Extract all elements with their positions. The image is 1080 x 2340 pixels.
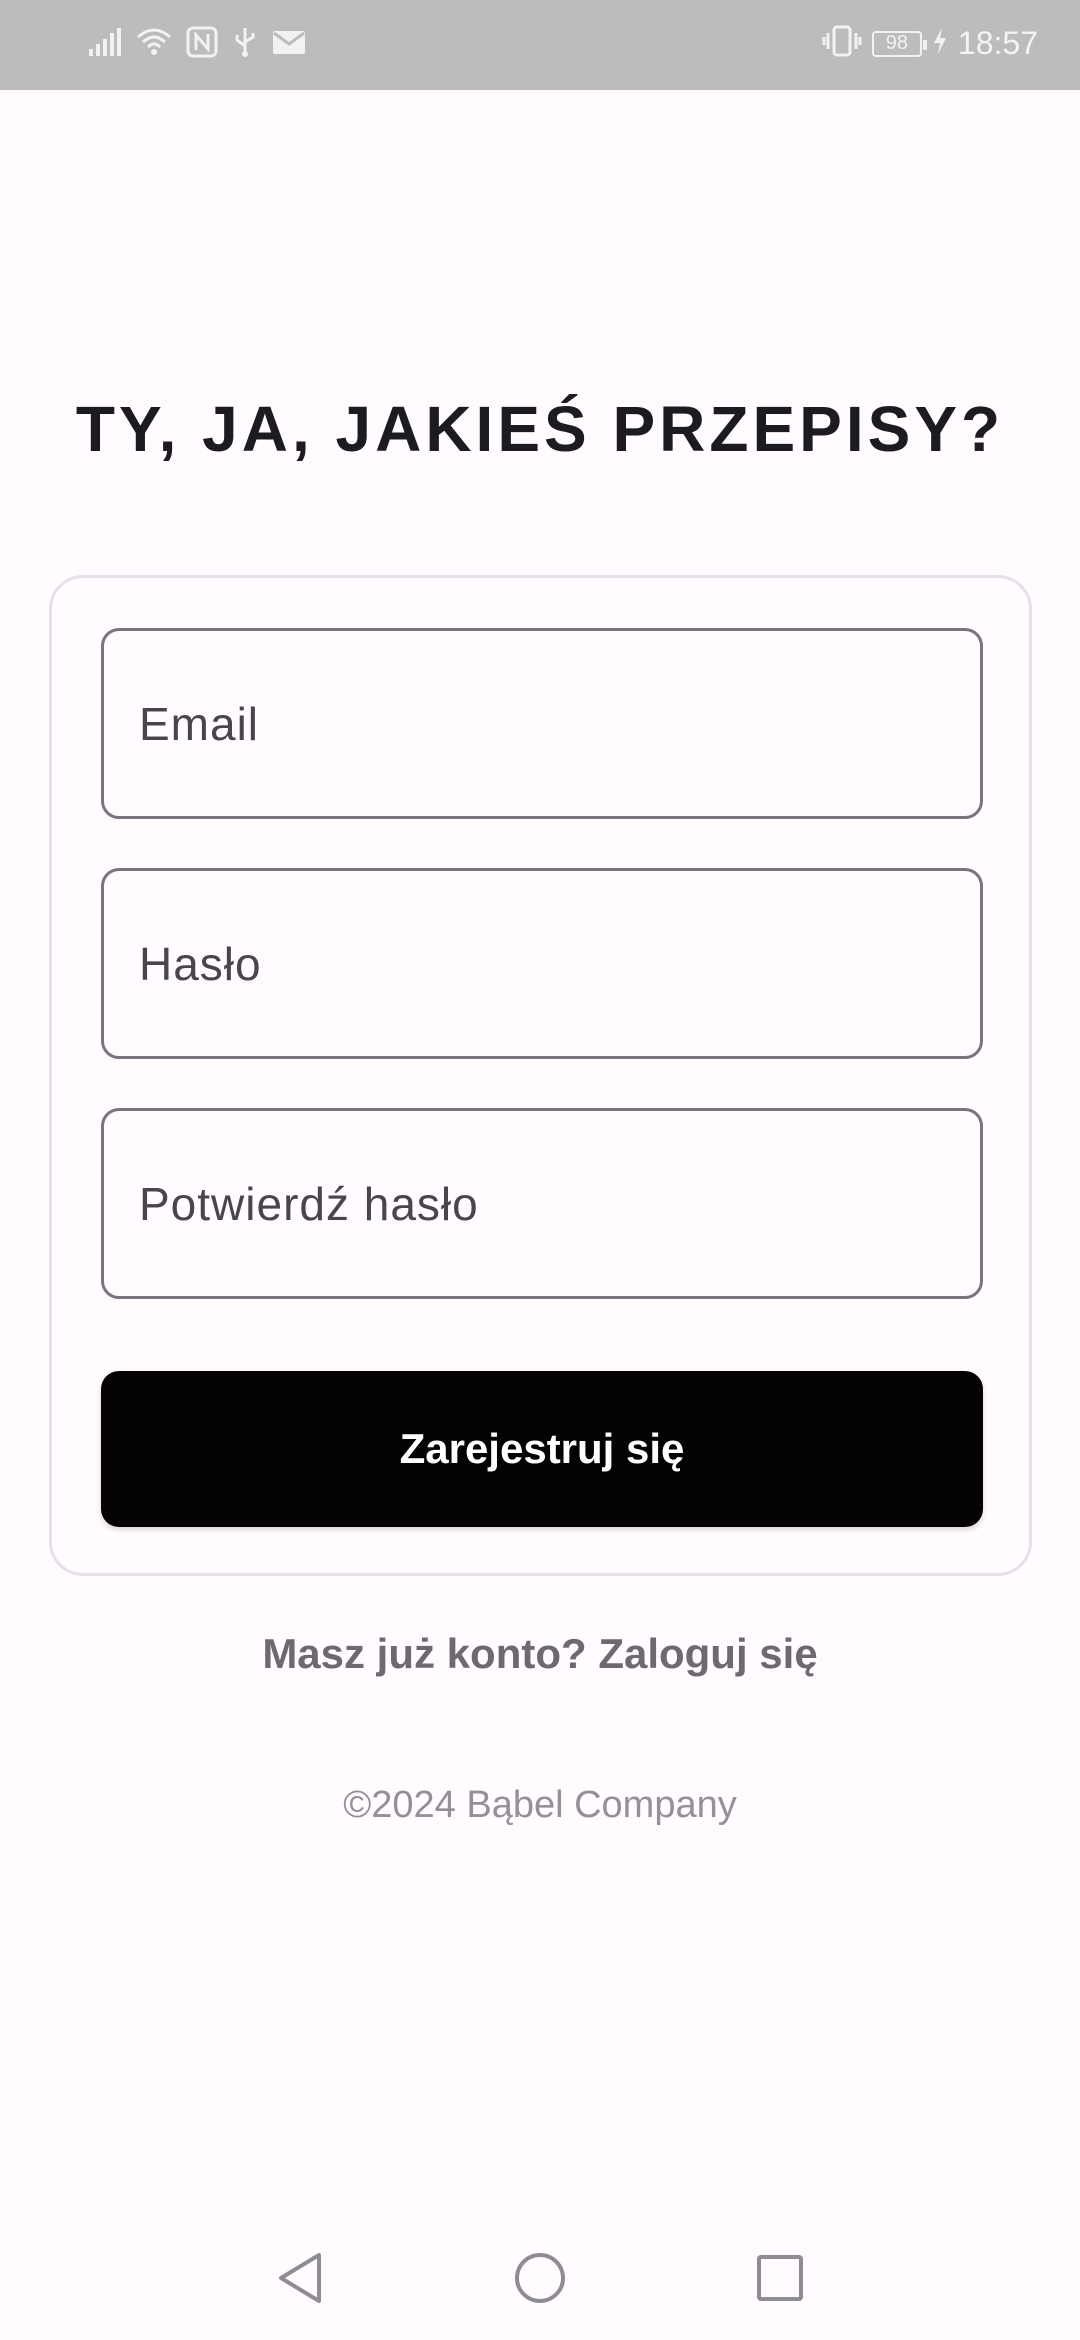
password-placeholder: Hasło: [139, 937, 262, 990]
status-left-icons: [88, 26, 306, 63]
confirm-password-placeholder: Potwierdź hasło: [139, 1177, 479, 1230]
vibrate-icon: [822, 24, 862, 63]
signal-icon: [88, 27, 122, 62]
email-field[interactable]: Email: [101, 628, 983, 819]
login-link[interactable]: Masz już konto? Zaloguj się: [0, 1630, 1080, 1678]
register-button[interactable]: Zarejestruj się: [101, 1371, 983, 1527]
email-placeholder: Email: [139, 697, 260, 750]
status-time: 18:57: [957, 25, 1038, 61]
recents-icon: [755, 2253, 805, 2308]
nfc-icon: [186, 26, 218, 63]
home-button[interactable]: [510, 2250, 570, 2310]
register-card: Email Hasło Potwierdź hasło Zarejestruj …: [49, 575, 1032, 1576]
password-field[interactable]: Hasło: [101, 868, 983, 1059]
battery-icon: 98: [871, 30, 927, 57]
usb-icon: [232, 26, 258, 63]
back-icon: [275, 2251, 325, 2310]
confirm-password-field[interactable]: Potwierdź hasło: [101, 1108, 983, 1299]
status-right-icons: 98 18:57: [822, 24, 1038, 63]
recents-button[interactable]: [750, 2250, 810, 2310]
copyright-footer: ©2024 Bąbel Company: [343, 1784, 737, 1826]
home-icon: [513, 2251, 567, 2310]
charging-icon: [932, 27, 948, 60]
wifi-icon: [136, 27, 172, 62]
navigation-bar: [0, 2220, 1080, 2340]
back-button[interactable]: [270, 2250, 330, 2310]
register-button-label: Zarejestruj się: [399, 1425, 685, 1472]
status-bar: 98 18:57: [0, 0, 1080, 90]
mail-icon: [272, 28, 306, 61]
page-title: TY, JA, JAKIEŚ PRZEPISY?: [75, 393, 1005, 465]
